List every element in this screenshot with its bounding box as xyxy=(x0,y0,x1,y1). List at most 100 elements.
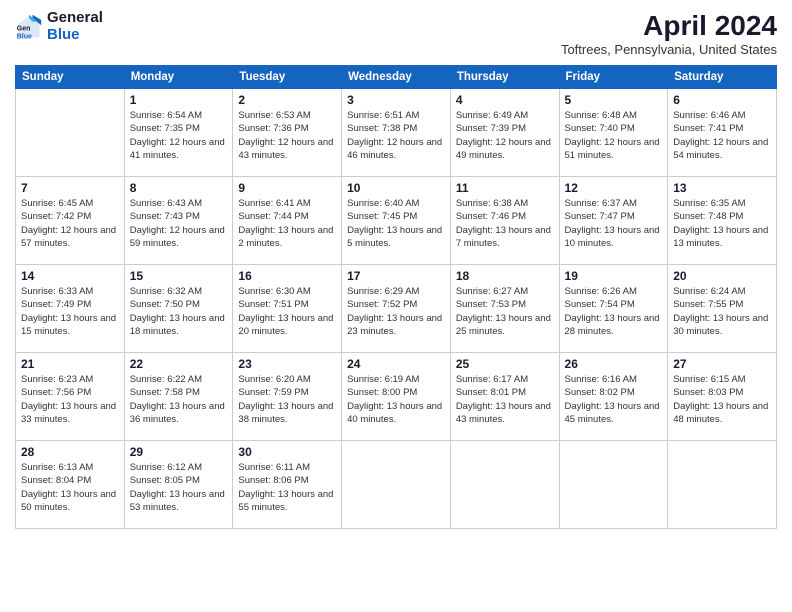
calendar-week-3: 14 Sunrise: 6:33 AMSunset: 7:49 PMDaylig… xyxy=(16,265,777,353)
logo: Gen Blue General Blue xyxy=(15,10,103,43)
calendar-cell xyxy=(16,89,125,177)
day-number: 8 xyxy=(130,181,228,195)
calendar-cell: 4 Sunrise: 6:49 AMSunset: 7:39 PMDayligh… xyxy=(450,89,559,177)
day-info: Sunrise: 6:29 AMSunset: 7:52 PMDaylight:… xyxy=(347,285,445,338)
day-number: 29 xyxy=(130,445,228,459)
calendar-cell: 7 Sunrise: 6:45 AMSunset: 7:42 PMDayligh… xyxy=(16,177,125,265)
header: Gen Blue General Blue April 2024 Toftree… xyxy=(15,10,777,57)
calendar-cell: 11 Sunrise: 6:38 AMSunset: 7:46 PMDaylig… xyxy=(450,177,559,265)
day-number: 14 xyxy=(21,269,119,283)
day-number: 27 xyxy=(673,357,771,371)
calendar-cell: 22 Sunrise: 6:22 AMSunset: 7:58 PMDaylig… xyxy=(124,353,233,441)
logo-icon: Gen Blue xyxy=(15,13,43,41)
calendar-week-2: 7 Sunrise: 6:45 AMSunset: 7:42 PMDayligh… xyxy=(16,177,777,265)
calendar-cell: 29 Sunrise: 6:12 AMSunset: 8:05 PMDaylig… xyxy=(124,441,233,529)
day-number: 18 xyxy=(456,269,554,283)
day-number: 26 xyxy=(565,357,663,371)
calendar-cell: 6 Sunrise: 6:46 AMSunset: 7:41 PMDayligh… xyxy=(668,89,777,177)
col-saturday: Saturday xyxy=(668,66,777,89)
day-number: 24 xyxy=(347,357,445,371)
svg-text:Blue: Blue xyxy=(17,33,32,40)
calendar-cell: 20 Sunrise: 6:24 AMSunset: 7:55 PMDaylig… xyxy=(668,265,777,353)
calendar-cell: 14 Sunrise: 6:33 AMSunset: 7:49 PMDaylig… xyxy=(16,265,125,353)
logo-line2: Blue xyxy=(47,26,80,43)
day-info: Sunrise: 6:23 AMSunset: 7:56 PMDaylight:… xyxy=(21,373,119,426)
day-info: Sunrise: 6:16 AMSunset: 8:02 PMDaylight:… xyxy=(565,373,663,426)
calendar-cell: 28 Sunrise: 6:13 AMSunset: 8:04 PMDaylig… xyxy=(16,441,125,529)
day-number: 15 xyxy=(130,269,228,283)
col-tuesday: Tuesday xyxy=(233,66,342,89)
col-friday: Friday xyxy=(559,66,668,89)
calendar-table: Sunday Monday Tuesday Wednesday Thursday… xyxy=(15,65,777,529)
day-number: 28 xyxy=(21,445,119,459)
day-info: Sunrise: 6:30 AMSunset: 7:51 PMDaylight:… xyxy=(238,285,336,338)
logo-text: General Blue xyxy=(47,10,103,43)
day-info: Sunrise: 6:17 AMSunset: 8:01 PMDaylight:… xyxy=(456,373,554,426)
calendar-week-5: 28 Sunrise: 6:13 AMSunset: 8:04 PMDaylig… xyxy=(16,441,777,529)
day-info: Sunrise: 6:13 AMSunset: 8:04 PMDaylight:… xyxy=(21,461,119,514)
day-info: Sunrise: 6:41 AMSunset: 7:44 PMDaylight:… xyxy=(238,197,336,250)
day-info: Sunrise: 6:53 AMSunset: 7:36 PMDaylight:… xyxy=(238,109,336,162)
col-wednesday: Wednesday xyxy=(342,66,451,89)
day-info: Sunrise: 6:38 AMSunset: 7:46 PMDaylight:… xyxy=(456,197,554,250)
calendar-cell: 15 Sunrise: 6:32 AMSunset: 7:50 PMDaylig… xyxy=(124,265,233,353)
day-info: Sunrise: 6:40 AMSunset: 7:45 PMDaylight:… xyxy=(347,197,445,250)
day-number: 12 xyxy=(565,181,663,195)
day-number: 2 xyxy=(238,93,336,107)
day-number: 20 xyxy=(673,269,771,283)
day-number: 17 xyxy=(347,269,445,283)
logo-line1: General xyxy=(47,9,103,26)
calendar-cell: 24 Sunrise: 6:19 AMSunset: 8:00 PMDaylig… xyxy=(342,353,451,441)
day-number: 9 xyxy=(238,181,336,195)
calendar-cell: 26 Sunrise: 6:16 AMSunset: 8:02 PMDaylig… xyxy=(559,353,668,441)
location: Toftrees, Pennsylvania, United States xyxy=(561,42,777,57)
day-info: Sunrise: 6:12 AMSunset: 8:05 PMDaylight:… xyxy=(130,461,228,514)
col-monday: Monday xyxy=(124,66,233,89)
day-number: 6 xyxy=(673,93,771,107)
calendar-cell xyxy=(559,441,668,529)
day-number: 23 xyxy=(238,357,336,371)
calendar-cell xyxy=(668,441,777,529)
calendar-cell: 10 Sunrise: 6:40 AMSunset: 7:45 PMDaylig… xyxy=(342,177,451,265)
calendar-cell xyxy=(342,441,451,529)
title-block: April 2024 Toftrees, Pennsylvania, Unite… xyxy=(561,10,777,57)
day-number: 3 xyxy=(347,93,445,107)
day-number: 4 xyxy=(456,93,554,107)
day-info: Sunrise: 6:26 AMSunset: 7:54 PMDaylight:… xyxy=(565,285,663,338)
day-info: Sunrise: 6:33 AMSunset: 7:49 PMDaylight:… xyxy=(21,285,119,338)
day-info: Sunrise: 6:51 AMSunset: 7:38 PMDaylight:… xyxy=(347,109,445,162)
col-sunday: Sunday xyxy=(16,66,125,89)
day-number: 16 xyxy=(238,269,336,283)
day-number: 10 xyxy=(347,181,445,195)
day-info: Sunrise: 6:32 AMSunset: 7:50 PMDaylight:… xyxy=(130,285,228,338)
day-number: 21 xyxy=(21,357,119,371)
day-number: 22 xyxy=(130,357,228,371)
day-info: Sunrise: 6:43 AMSunset: 7:43 PMDaylight:… xyxy=(130,197,228,250)
day-number: 19 xyxy=(565,269,663,283)
month-title: April 2024 xyxy=(561,10,777,42)
page: Gen Blue General Blue April 2024 Toftree… xyxy=(0,0,792,612)
day-number: 25 xyxy=(456,357,554,371)
calendar-cell: 18 Sunrise: 6:27 AMSunset: 7:53 PMDaylig… xyxy=(450,265,559,353)
col-thursday: Thursday xyxy=(450,66,559,89)
calendar-cell: 12 Sunrise: 6:37 AMSunset: 7:47 PMDaylig… xyxy=(559,177,668,265)
day-number: 13 xyxy=(673,181,771,195)
day-info: Sunrise: 6:35 AMSunset: 7:48 PMDaylight:… xyxy=(673,197,771,250)
calendar-cell: 21 Sunrise: 6:23 AMSunset: 7:56 PMDaylig… xyxy=(16,353,125,441)
calendar-cell: 13 Sunrise: 6:35 AMSunset: 7:48 PMDaylig… xyxy=(668,177,777,265)
day-info: Sunrise: 6:49 AMSunset: 7:39 PMDaylight:… xyxy=(456,109,554,162)
calendar-cell: 30 Sunrise: 6:11 AMSunset: 8:06 PMDaylig… xyxy=(233,441,342,529)
calendar-cell: 23 Sunrise: 6:20 AMSunset: 7:59 PMDaylig… xyxy=(233,353,342,441)
day-info: Sunrise: 6:11 AMSunset: 8:06 PMDaylight:… xyxy=(238,461,336,514)
day-info: Sunrise: 6:19 AMSunset: 8:00 PMDaylight:… xyxy=(347,373,445,426)
calendar-cell: 8 Sunrise: 6:43 AMSunset: 7:43 PMDayligh… xyxy=(124,177,233,265)
calendar-cell: 3 Sunrise: 6:51 AMSunset: 7:38 PMDayligh… xyxy=(342,89,451,177)
calendar-week-1: 1 Sunrise: 6:54 AMSunset: 7:35 PMDayligh… xyxy=(16,89,777,177)
svg-text:Gen: Gen xyxy=(17,25,31,32)
day-info: Sunrise: 6:22 AMSunset: 7:58 PMDaylight:… xyxy=(130,373,228,426)
calendar-cell: 5 Sunrise: 6:48 AMSunset: 7:40 PMDayligh… xyxy=(559,89,668,177)
day-info: Sunrise: 6:37 AMSunset: 7:47 PMDaylight:… xyxy=(565,197,663,250)
calendar-cell: 27 Sunrise: 6:15 AMSunset: 8:03 PMDaylig… xyxy=(668,353,777,441)
calendar-cell: 2 Sunrise: 6:53 AMSunset: 7:36 PMDayligh… xyxy=(233,89,342,177)
calendar-cell xyxy=(450,441,559,529)
